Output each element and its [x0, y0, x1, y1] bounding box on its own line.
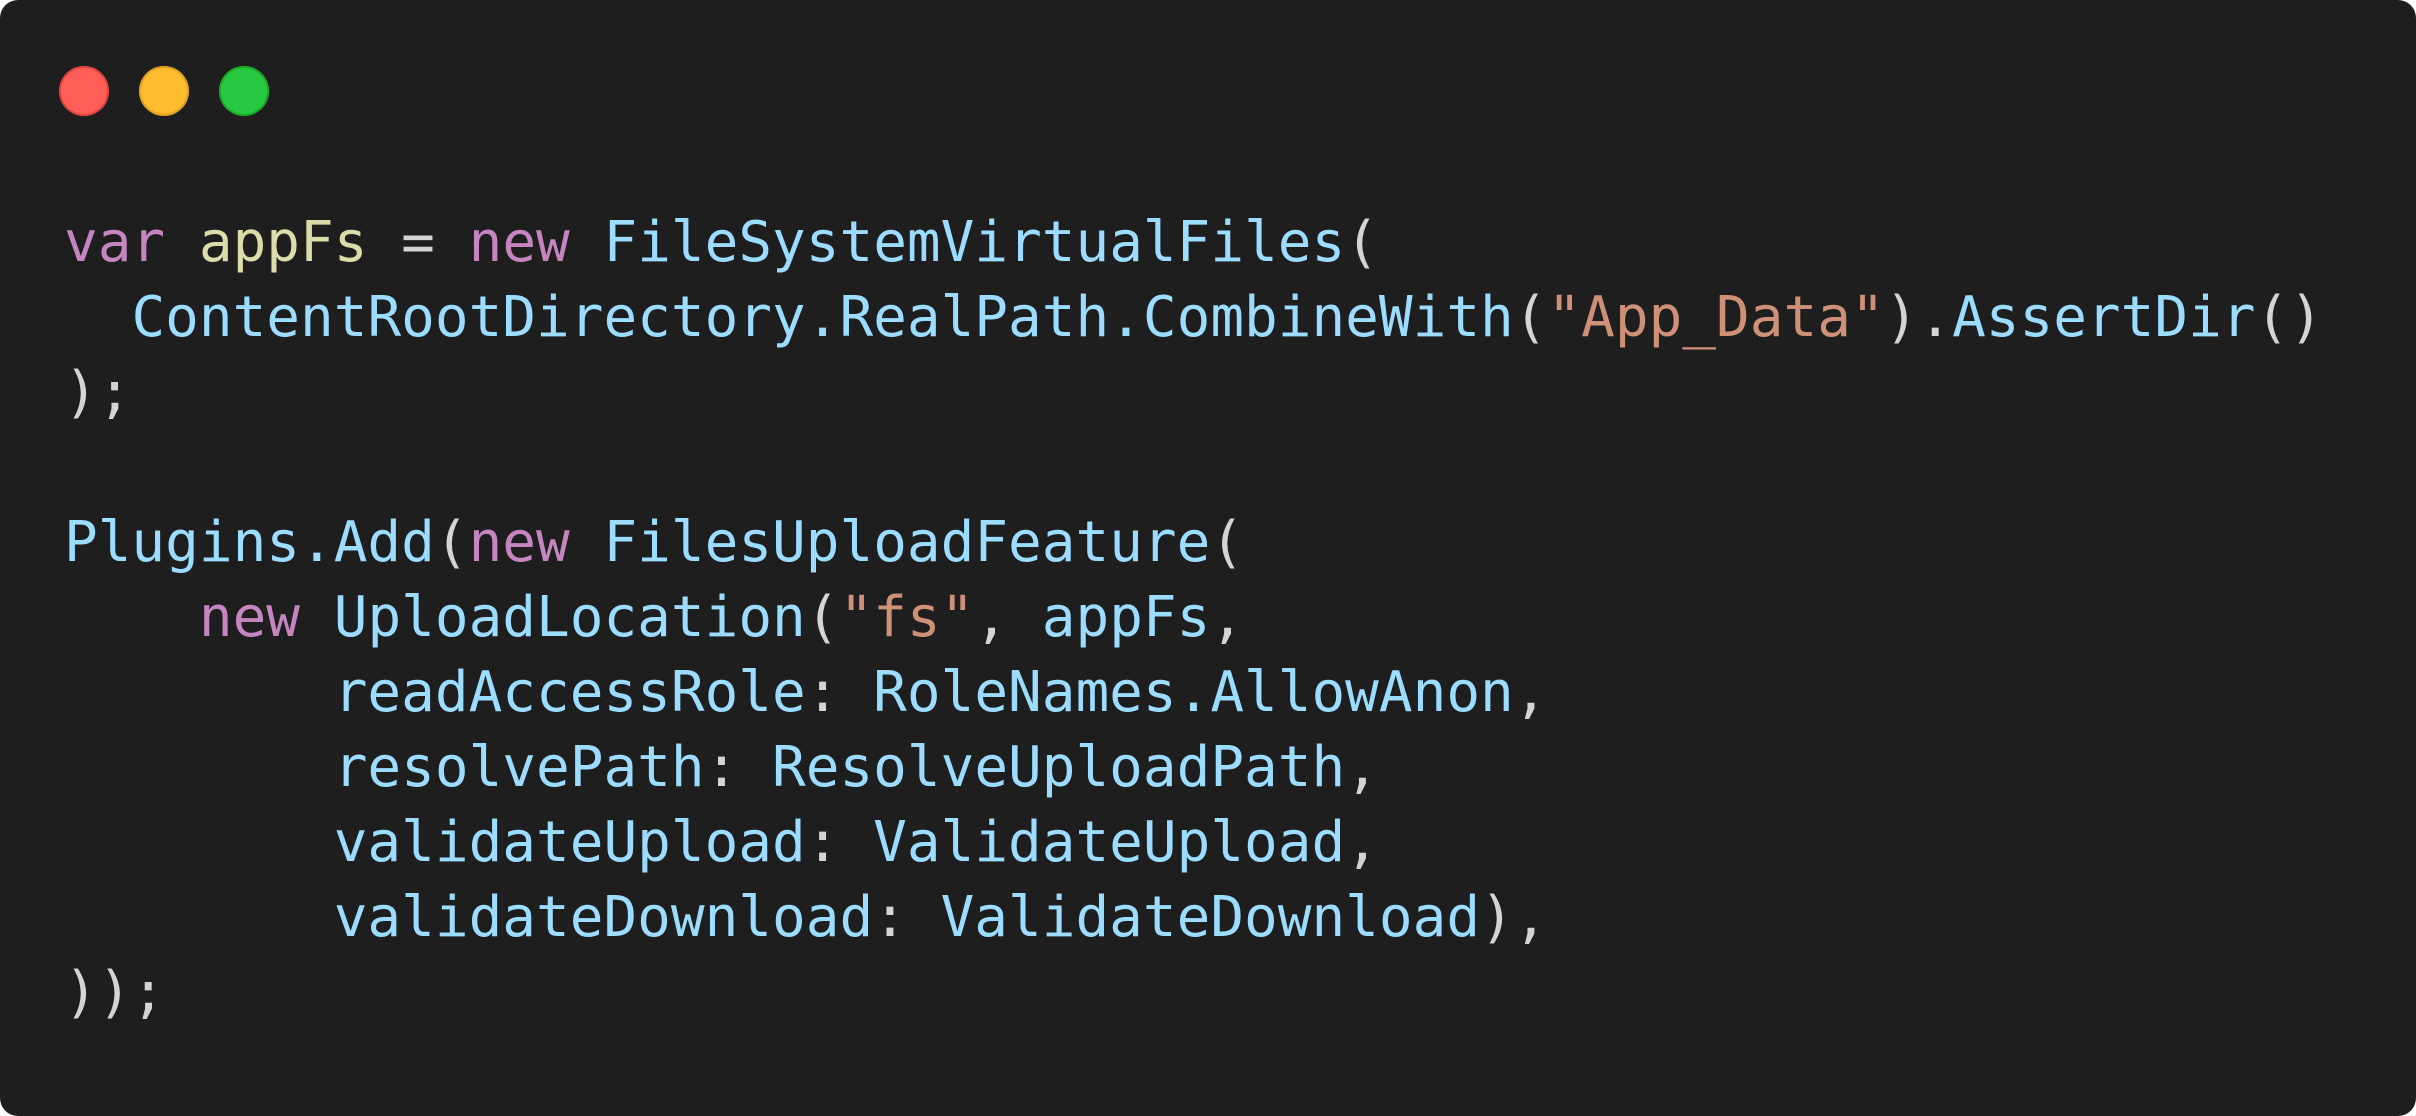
code-token: "fs" — [839, 585, 975, 650]
code-token: FilesUploadFeature — [603, 510, 1211, 575]
code-token: ValidateDownload — [940, 885, 1481, 950]
code-line: validateDownload: ValidateDownload), — [64, 880, 2323, 955]
code-line: readAccessRole: RoleNames.AllowAnon, — [64, 655, 2323, 730]
code-token: ContentRootDirectory.RealPath.CombineWit… — [131, 285, 1514, 350]
code-token: ValidateUpload — [873, 810, 1346, 875]
code-token: new — [468, 210, 570, 275]
code-token: , — [1210, 585, 1245, 650]
code-token: () — [2255, 285, 2323, 350]
code-token: )); — [64, 960, 166, 1025]
code-token: RoleNames.AllowAnon — [873, 660, 1514, 725]
code-token: validateDownload — [333, 885, 874, 950]
minimize-button[interactable] — [139, 66, 189, 116]
code-token: , — [1345, 810, 1379, 875]
code-line: Plugins.Add(new FilesUploadFeature( — [64, 505, 2323, 580]
code-line: )); — [64, 955, 2323, 1030]
code-token: : — [805, 660, 874, 725]
code-token: ). — [1884, 285, 1953, 350]
zoom-button[interactable] — [219, 66, 269, 116]
code-token: AssertDir — [1952, 285, 2256, 350]
code-token: FileSystemVirtualFiles — [603, 210, 1346, 275]
code-token: UploadLocation — [333, 585, 806, 650]
code-token: ( — [805, 585, 840, 650]
code-line: var appFs = new FileSystemVirtualFiles( — [64, 205, 2323, 280]
code-line: ); — [64, 355, 2323, 430]
code-token: new — [468, 510, 570, 575]
code-window: var appFs = new FileSystemVirtualFiles( … — [0, 0, 2416, 1116]
code-token: validateUpload — [333, 810, 806, 875]
code-token: ( — [434, 510, 469, 575]
code-token: , — [1513, 660, 1548, 725]
code-token: , — [1345, 735, 1379, 800]
code-line: ContentRootDirectory.RealPath.CombineWit… — [64, 280, 2323, 355]
code-token: appFs — [1041, 585, 1211, 650]
code-token: readAccessRole — [333, 660, 806, 725]
code-token: new — [198, 585, 301, 650]
code-token: : — [805, 810, 874, 875]
code-token: : — [873, 885, 941, 950]
code-token: var — [64, 210, 166, 275]
code-token: "App_Data" — [1547, 285, 1885, 350]
code-token: ResolveUploadPath — [772, 735, 1346, 800]
code-line: new UploadLocation("fs", appFs, — [64, 580, 2323, 655]
close-button[interactable] — [59, 66, 109, 116]
code-token: = — [367, 210, 469, 275]
code-token: , — [974, 585, 1042, 650]
code-token: Plugins.Add — [64, 510, 435, 575]
code-token: resolvePath — [333, 735, 705, 800]
code-token: : — [704, 735, 773, 800]
code-token: ), — [1480, 885, 1548, 950]
code-token: ); — [64, 360, 132, 425]
code-token: appFs — [198, 210, 368, 275]
code-block: var appFs = new FileSystemVirtualFiles( … — [64, 205, 2323, 1030]
code-token: ( — [1210, 510, 1245, 575]
code-line: validateUpload: ValidateUpload, — [64, 805, 2323, 880]
code-token: ( — [1345, 210, 1379, 275]
code-token: ( — [1513, 285, 1548, 350]
code-line: resolvePath: ResolveUploadPath, — [64, 730, 2323, 805]
